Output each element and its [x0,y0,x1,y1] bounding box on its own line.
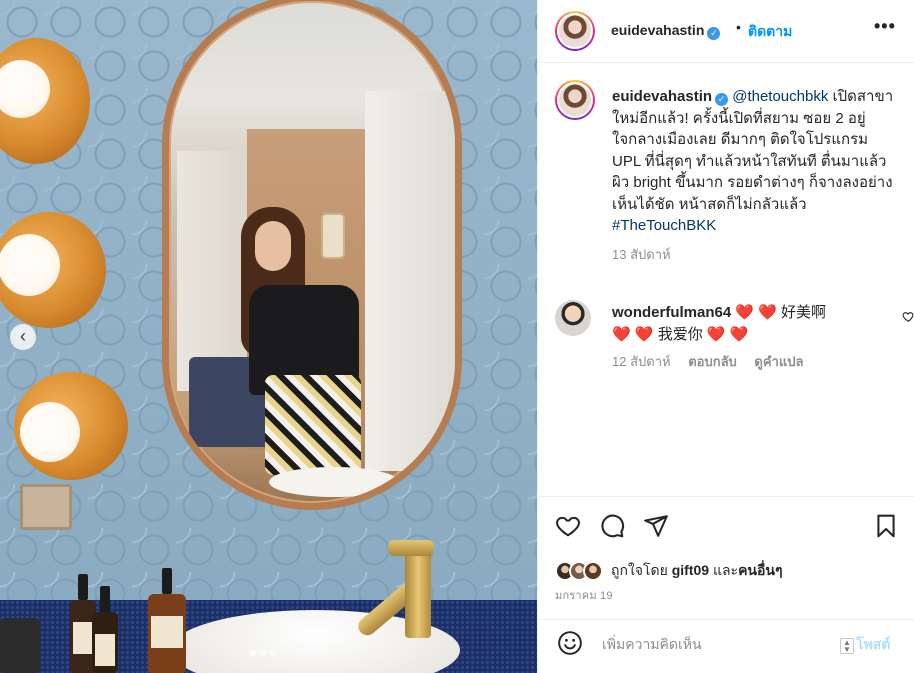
comment-actions: 12 สัปดาห์ ตอบกลับ ดูคำแปล [612,351,877,373]
avatar[interactable] [555,11,595,51]
action-icons [555,513,900,543]
carousel-dot [250,650,256,656]
liked-by-others[interactable]: คนอื่นๆ [738,562,782,578]
avatar[interactable] [555,300,591,336]
wall-lamp [14,372,128,480]
avatar[interactable] [583,561,603,581]
emoji-icon[interactable] [557,630,583,656]
heart-icon[interactable] [902,310,914,326]
liked-by-user[interactable]: gift09 [672,562,709,578]
post-image[interactable]: ‹ [0,0,537,673]
caption-username[interactable]: euidevahastin [612,88,712,105]
comment-time: 12 สัปดาห์ [612,354,671,369]
resize-grip-icon: ▲ ▼ [840,638,854,654]
comment-icon[interactable] [599,513,627,541]
translate-button[interactable]: ดูคำแปล [754,354,803,369]
bottle [92,586,118,673]
wall-lamp [0,38,90,164]
post-date[interactable]: มกราคม 19 [555,586,613,604]
separator: • [736,19,741,35]
verified-icon: ✓ [715,93,729,106]
share-icon[interactable] [643,513,671,541]
verified-icon: ✓ [707,27,721,40]
avatar[interactable] [555,80,595,120]
caption-body: euidevahastin ✓ @thetouchbkk เปิดสาขาใหม่… [612,86,897,265]
more-icon[interactable]: ••• [874,16,896,37]
bottle [148,568,186,673]
add-comment: ▲▼โพสต์ [538,619,914,667]
carousel-dot [260,650,266,656]
carousel-indicator [250,650,276,656]
chevron-left-icon[interactable]: ‹ [10,324,36,350]
liked-by: ถูกใจโดย gift09 และคนอื่นๆ [555,559,783,583]
mirror [162,0,462,510]
caption-time: 13 สัปดาห์ [612,246,671,262]
bookmark-icon[interactable] [873,513,901,541]
carousel-dot [270,650,276,656]
caption-text: เปิดสาขาใหม่อีกแล้ว! ครั้งนี้เปิดที่สยาม… [612,88,894,213]
reply-button[interactable]: ตอบกลับ [688,354,737,369]
post-header: euidevahastin ✓ • ติดตาม ••• [538,0,914,63]
post-button[interactable]: ▲ ▼ โพสต์ [840,634,890,656]
wall-lamp [0,212,106,328]
mention-link[interactable]: @thetouchbkk [732,88,828,105]
wall-switch [20,484,72,530]
heart-icon[interactable] [555,513,583,541]
action-bar: ถูกใจโดย gift09 และคนอื่นๆ มกราคม 19 ▲▼โ… [538,496,914,666]
bottle [0,618,40,673]
header-username[interactable]: euidevahastin ✓ [611,22,721,40]
comment-body: wonderfulman64 ❤️ ❤️ 好美啊 ❤️ ❤️ 我爱你 ❤️ ❤️… [612,302,877,373]
follow-button[interactable]: ติดตาม [748,21,792,43]
comment-text: ❤️ ❤️ 好美啊 [735,304,827,321]
liked-by-prefix: ถูกใจโดย [611,562,668,578]
comment-text-2: ❤️ ❤️ 我爱你 ❤️ ❤️ [612,325,749,343]
liked-by-and: และ [712,562,739,578]
comment-input[interactable] [602,633,822,655]
comment-username[interactable]: wonderfulman64 [612,304,731,321]
hashtag-link[interactable]: #TheTouchBKK [612,217,716,234]
post-sidebar: euidevahastin ✓ • ติดตาม ••• euidevahasti… [537,0,914,673]
